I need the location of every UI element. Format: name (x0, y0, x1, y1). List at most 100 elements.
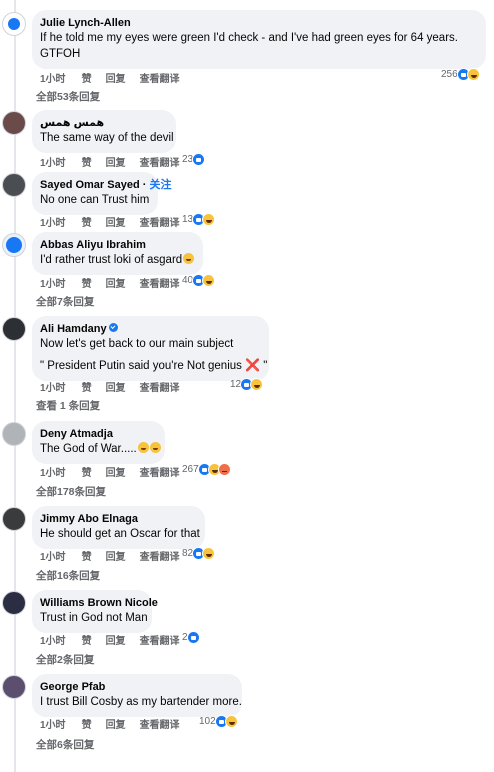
like-button[interactable]: 赞 (82, 548, 92, 563)
comment-author[interactable]: Deny Atmadja (40, 427, 157, 441)
reaction-summary[interactable]: 267 (182, 461, 231, 477)
reply-button[interactable]: 回复 (106, 154, 126, 169)
comment-text: Trust in God not Man (40, 612, 148, 624)
reaction-count: 256 (441, 68, 458, 80)
comment-bubble: Jimmy Abo Elnaga He should get an Oscar … (32, 506, 205, 549)
translate-button[interactable]: 查看翻译 (140, 70, 180, 85)
reply-button[interactable]: 回复 (106, 716, 126, 731)
haha-reaction-icon (202, 273, 216, 287)
like-button[interactable]: 赞 (82, 464, 92, 479)
comment-actions: 1小时 赞回复 查看翻译 (40, 548, 194, 563)
reply-button[interactable]: 回复 (106, 275, 126, 290)
comment-time[interactable]: 1小时 (40, 464, 66, 479)
reply-button[interactable]: 回复 (106, 632, 126, 647)
translate-button[interactable]: 查看翻译 (140, 275, 180, 290)
comment-author[interactable]: George Pfab (40, 680, 234, 694)
smile-emoji-icon (183, 253, 195, 264)
comment-text-quote-end: " (263, 360, 268, 372)
follow-button[interactable]: 关注 (149, 179, 171, 191)
comment-time[interactable]: 1小时 (40, 548, 66, 563)
comment-actions: 1小时 赞回复 查看翻译 (40, 214, 194, 229)
comment-bubble: George Pfab I trust Bill Cosby as my bar… (32, 674, 242, 717)
translate-button[interactable]: 查看翻译 (140, 154, 180, 169)
haha-reaction-icon (202, 212, 216, 226)
like-button[interactable]: 赞 (82, 70, 92, 85)
reaction-summary[interactable]: 256 (441, 66, 480, 82)
translate-button[interactable]: 查看翻译 (140, 464, 180, 479)
translate-button[interactable]: 查看翻译 (140, 379, 180, 394)
comment-author[interactable]: Abbas Aliyu Ibrahim (40, 238, 195, 252)
comment-text-body: I'd rather trust loki of asgard (40, 254, 183, 266)
comment-author[interactable]: همس همس (40, 116, 168, 130)
view-replies-link[interactable]: 全部16条回复 (36, 568, 100, 583)
comment-text: Now let's get back to our main subject (40, 338, 234, 350)
like-button[interactable]: 赞 (82, 154, 92, 169)
reaction-summary[interactable]: 12 (230, 376, 264, 392)
comment-text: The same way of the devil (40, 132, 174, 144)
haha-reaction-icon (224, 714, 238, 728)
avatar[interactable] (2, 233, 26, 257)
haha-reaction-icon (202, 546, 216, 560)
like-button[interactable]: 赞 (82, 214, 92, 229)
reaction-summary[interactable]: 102 (199, 713, 238, 729)
comment-actions: 1小时 赞回复 查看翻译 (40, 716, 194, 731)
reaction-summary[interactable]: 40 (182, 272, 216, 288)
avatar[interactable] (2, 675, 26, 699)
view-replies-link[interactable]: 全部6条回复 (36, 737, 94, 752)
comment-author-name[interactable]: Ali Hamdany (40, 323, 107, 335)
comment-author[interactable]: Julie Lynch-Allen (40, 16, 478, 30)
comment-author[interactable]: Jimmy Abo Elnaga (40, 512, 197, 526)
avatar[interactable] (2, 422, 26, 446)
reply-button[interactable]: 回复 (106, 70, 126, 85)
reply-button[interactable]: 回复 (106, 548, 126, 563)
view-replies-link[interactable]: 全部178条回复 (36, 484, 106, 499)
grin-emoji-icon (149, 442, 161, 453)
verified-badge-icon (108, 323, 118, 332)
avatar[interactable] (2, 507, 26, 531)
like-button[interactable]: 赞 (82, 275, 92, 290)
comment-time[interactable]: 1小时 (40, 275, 66, 290)
comment-text: I'd rather trust loki of asgard (40, 252, 195, 268)
comment-time[interactable]: 1小时 (40, 214, 66, 229)
reply-button[interactable]: 回复 (106, 464, 126, 479)
grin-emoji-icon (137, 442, 149, 453)
comment-time[interactable]: 1小时 (40, 154, 66, 169)
comment-author[interactable]: Williams Brown Nicole (40, 596, 158, 610)
reaction-summary[interactable]: 13 (182, 211, 216, 227)
like-button[interactable]: 赞 (82, 632, 92, 647)
view-replies-link[interactable]: 查看 1 条回复 (36, 398, 100, 413)
haha-reaction-icon (466, 67, 480, 81)
comment-time[interactable]: 1小时 (40, 716, 66, 731)
translate-button[interactable]: 查看翻译 (140, 716, 180, 731)
comment-time[interactable]: 1小时 (40, 70, 66, 85)
avatar[interactable] (2, 173, 26, 197)
reaction-summary[interactable]: 82 (182, 545, 216, 561)
view-replies-link[interactable]: 全部53条回复 (36, 89, 100, 104)
avatar[interactable] (2, 12, 26, 36)
avatar[interactable] (2, 591, 26, 615)
reaction-summary[interactable]: 23 (182, 151, 206, 167)
avatar[interactable] (2, 111, 26, 135)
translate-button[interactable]: 查看翻译 (140, 214, 180, 229)
reply-button[interactable]: 回复 (106, 379, 126, 394)
comment-time[interactable]: 1小时 (40, 379, 66, 394)
comment-author[interactable]: Sayed Omar Sayed · 关注 (40, 178, 171, 192)
comment-author[interactable]: Ali Hamdany (40, 322, 261, 336)
comment-bubble: Julie Lynch-Allen If he told me my eyes … (32, 10, 486, 69)
like-button[interactable]: 赞 (82, 379, 92, 394)
translate-button[interactable]: 查看翻译 (140, 548, 180, 563)
avatar[interactable] (2, 317, 26, 341)
comment-author-name[interactable]: Sayed Omar Sayed (40, 179, 140, 191)
comment-actions: 1小时 赞回复 查看翻译 (40, 632, 194, 647)
reaction-summary[interactable]: 2 (182, 629, 200, 645)
reply-button[interactable]: 回复 (106, 214, 126, 229)
view-replies-link[interactable]: 全部7条回复 (36, 294, 94, 309)
cross-mark-icon: ❌ (245, 358, 261, 372)
like-button[interactable]: 赞 (82, 716, 92, 731)
angry-reaction-icon (217, 462, 231, 476)
view-replies-link[interactable]: 全部2条回复 (36, 652, 94, 667)
translate-button[interactable]: 查看翻译 (140, 632, 180, 647)
haha-reaction-icon (250, 377, 264, 391)
comment-time[interactable]: 1小时 (40, 632, 66, 647)
comment-text: No one can Trust him (40, 194, 150, 206)
